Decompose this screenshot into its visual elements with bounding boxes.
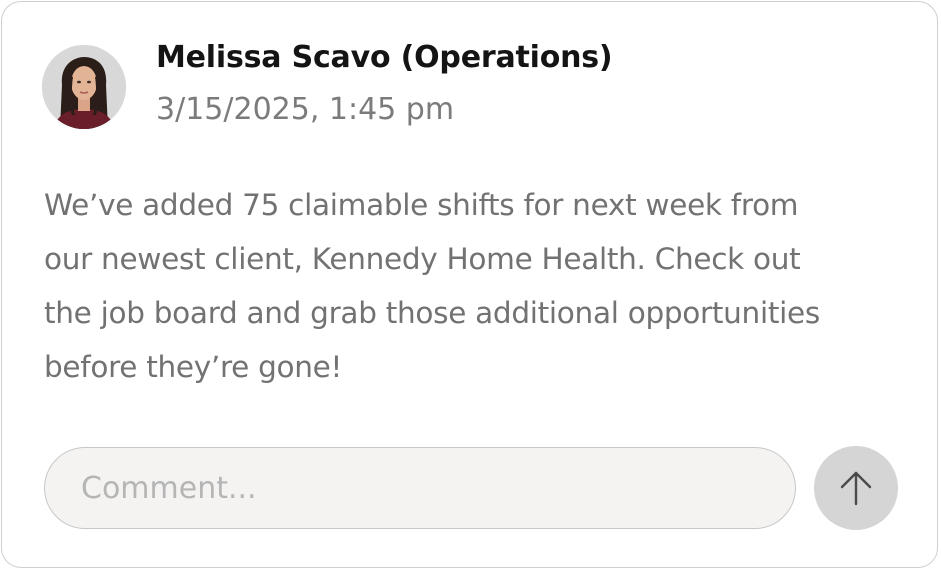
send-button[interactable] xyxy=(814,446,898,530)
post-body: We’ve added 75 claimable shifts for next… xyxy=(44,188,820,384)
post-timestamp: 3/15/2025, 1:45 pm xyxy=(156,92,455,127)
avatar[interactable] xyxy=(42,45,126,129)
author-name[interactable]: Melissa Scavo (Operations) xyxy=(156,40,613,75)
arrow-up-icon xyxy=(840,471,872,506)
comment-input[interactable] xyxy=(44,447,796,529)
user-avatar-icon xyxy=(42,45,126,129)
post-card: Melissa Scavo (Operations) 3/15/2025, 1:… xyxy=(1,1,938,568)
